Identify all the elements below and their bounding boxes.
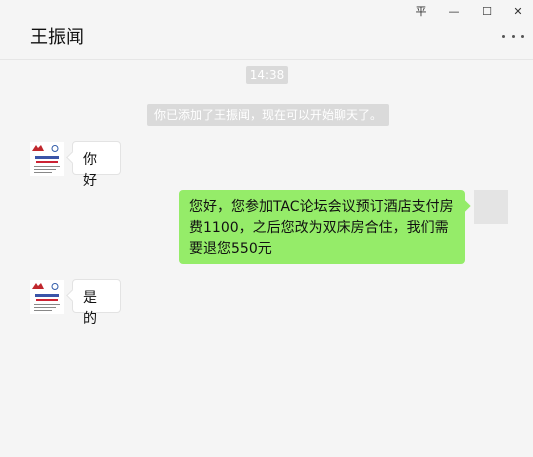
message-bubble-incoming[interactable]: 你好	[72, 141, 121, 189]
contact-avatar[interactable]	[30, 142, 64, 176]
chat-title: 王振闻	[30, 27, 84, 48]
minimize-icon[interactable]: —	[444, 3, 464, 19]
close-icon[interactable]: ✕	[508, 3, 528, 19]
chat-window: 王振闻 平 — ☐ ✕ 14:38 你已添加了王振闻，现在可以开始聊天了。 你好…	[0, 0, 533, 457]
message-text: 是的	[83, 290, 97, 327]
self-avatar[interactable]	[474, 190, 508, 224]
message-timestamp: 14:38	[246, 66, 288, 84]
message-bubble-outgoing[interactable]: 您好，您参加TAC论坛会议预订酒店支付房费1100，之后您改为双床房合住，我们需…	[179, 190, 465, 264]
message-text: 您好，您参加TAC论坛会议预订酒店支付房费1100，之后您改为双床房合住，我们需…	[189, 199, 454, 257]
message-bubble-incoming[interactable]: 是的	[72, 279, 121, 327]
message-text: 你好	[83, 152, 97, 189]
pin-icon[interactable]: 平	[411, 3, 431, 19]
maximize-icon[interactable]: ☐	[477, 3, 497, 19]
more-options-icon[interactable]	[502, 28, 524, 44]
contact-avatar[interactable]	[30, 280, 64, 314]
title-bar: 王振闻 平 — ☐ ✕	[0, 0, 533, 60]
system-notice: 你已添加了王振闻，现在可以开始聊天了。	[147, 104, 389, 126]
